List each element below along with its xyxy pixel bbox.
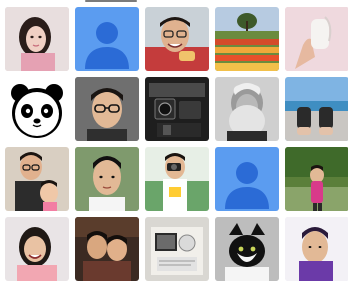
avatar-tile-r3c3[interactable] [145,147,209,211]
hand-photo-image [285,7,348,71]
avatar-tile-r3c2[interactable] [75,147,139,211]
avatar-tile-r3c1[interactable] [5,147,69,211]
top-divider [85,0,137,2]
avatar-tile-r4c2[interactable] [75,217,139,281]
camera-equipment-image [145,77,209,141]
woman-portrait-image [5,7,69,71]
avatar-tile-r3c4[interactable] [215,147,279,211]
seaside-feet-image [285,77,348,141]
avatar-tile-r2c4[interactable] [215,77,279,141]
avatar-tile-r2c1[interactable] [5,77,69,141]
avatar-grid [5,7,348,281]
avatar-tile-r4c1[interactable] [5,217,69,281]
couple-photo-image [75,217,139,281]
tulip-field-image [215,7,279,71]
avatar-tile-r4c4[interactable] [215,217,279,281]
avatar-tile-r4c5[interactable] [285,217,348,281]
man-glasses-image [75,77,139,141]
panda-icon [5,77,69,141]
cat-image [215,217,279,281]
avatar-tile-r1c5[interactable] [285,7,348,71]
default-avatar-icon [75,7,139,71]
avatar-tile-r2c5[interactable] [285,77,348,141]
avatar-tile-r1c1[interactable] [5,7,69,71]
top-bar [0,0,348,3]
avatar-tile-r1c2[interactable] [75,7,139,71]
man-with-child-image [5,147,69,211]
avatar-tile-r2c3[interactable] [145,77,209,141]
woman-with-camera-image [145,147,209,211]
default-avatar-icon [215,147,279,211]
man-smiling-image [145,7,209,71]
woman-greenery-image [285,147,348,211]
smiling-woman-image [5,217,69,281]
avatar-tile-r3c5[interactable] [285,147,348,211]
young-man-image [75,147,139,211]
desk-items-image [145,217,209,281]
man-portrait-image [285,217,348,281]
bearded-man-image [215,77,279,141]
avatar-tile-r2c2[interactable] [75,77,139,141]
avatar-tile-r1c3[interactable] [145,7,209,71]
avatar-tile-r4c3[interactable] [145,217,209,281]
avatar-tile-r1c4[interactable] [215,7,279,71]
